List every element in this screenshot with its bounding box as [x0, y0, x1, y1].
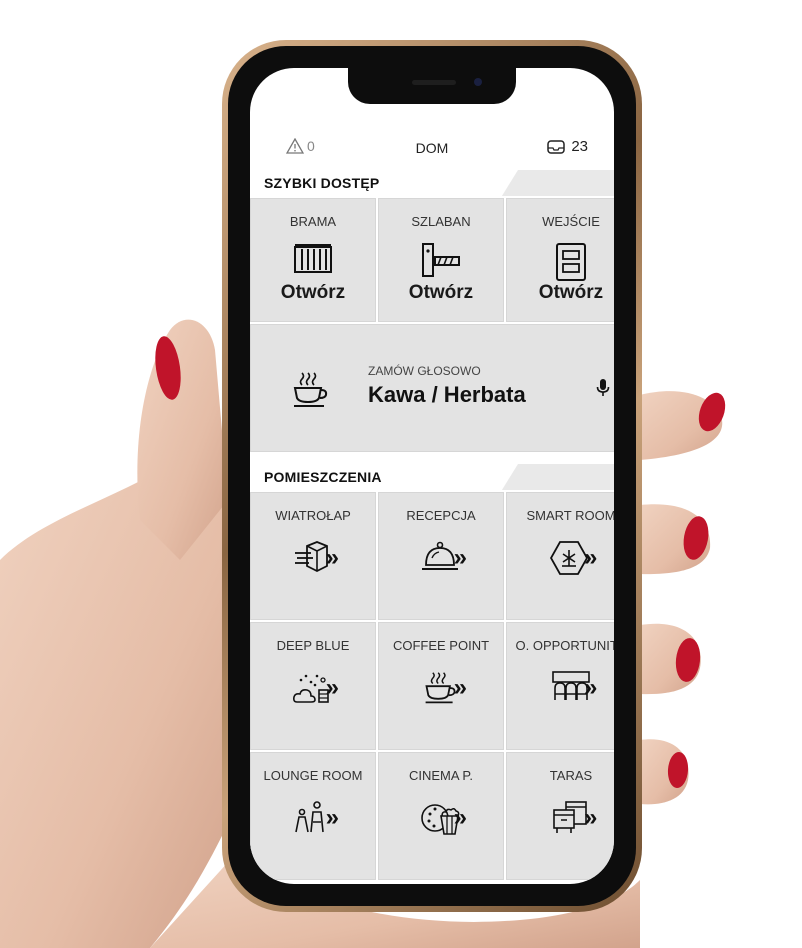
messages-button[interactable]: 23: [547, 138, 588, 155]
room-tile-lounge-room[interactable]: LOUNGE ROOM »: [250, 752, 376, 880]
people-icon: [295, 801, 324, 833]
chevron-right-icon: »: [325, 544, 340, 571]
phone-notch: [348, 68, 516, 104]
microphone-icon[interactable]: [596, 378, 610, 398]
room-tile-smart-room[interactable]: SMART ROOM »: [506, 492, 614, 620]
chevron-right-icon: »: [584, 544, 598, 571]
phone-frame: 0 DOM 23 SZYBKI DOSTĘP BRAMA Otwórz SZLA…: [222, 40, 642, 912]
open-action: Otwórz: [280, 282, 346, 303]
speaker-grill: [412, 80, 456, 85]
mail-icon: [547, 139, 566, 154]
room-tile-deep-blue[interactable]: DEEP BLUE »: [250, 622, 376, 750]
camera-icon: [474, 78, 482, 86]
chevron-right-icon: »: [584, 674, 598, 701]
room-tile-cinema[interactable]: CINEMA P. »: [378, 752, 504, 880]
tile-label: SMART ROOM: [526, 508, 614, 523]
smart-hexagon-icon: [550, 541, 589, 575]
tile-label: DEEP BLUE: [276, 638, 350, 653]
coffee-cup-icon: [293, 372, 328, 407]
voice-order-subtitle: ZAMÓW GŁOSOWO: [368, 364, 481, 378]
chevron-right-icon: »: [325, 804, 340, 831]
gate-icon: [294, 244, 332, 273]
section-rooms: POMIESZCZENIA: [250, 464, 614, 490]
section-label: POMIESZCZENIA: [264, 469, 382, 485]
open-action: Otwórz: [538, 282, 604, 303]
phone-bezel: 0 DOM 23 SZYBKI DOSTĘP BRAMA Otwórz SZLA…: [228, 46, 636, 906]
tile-label: SZLABAN: [411, 214, 471, 229]
tile-label: LOUNGE ROOM: [263, 768, 363, 783]
tile-label: WEJŚCIE: [542, 214, 600, 229]
chevron-right-icon: »: [453, 804, 468, 831]
room-tile-o-opportunity[interactable]: O. OPPORTUNITY »: [506, 622, 614, 750]
room-tile-recepcja[interactable]: RECEPCJA »: [378, 492, 504, 620]
door-icon: [556, 243, 586, 281]
tile-label: WIATROŁAP: [275, 508, 351, 523]
voice-order-title: Kawa / Herbata: [368, 382, 526, 407]
section-label: SZYBKI DOSTĘP: [264, 175, 380, 191]
room-tile-taras[interactable]: TARAS »: [506, 752, 614, 880]
quick-tile-szlaban[interactable]: SZLABAN Otwórz: [378, 198, 504, 322]
app-header: 0 DOM 23: [250, 136, 614, 164]
chevron-right-icon: »: [453, 544, 468, 571]
room-tile-wiatrolap[interactable]: WIATROŁAP »: [250, 492, 376, 620]
room-tile-coffee-point[interactable]: COFFEE POINT »: [378, 622, 504, 750]
mail-count: 23: [571, 138, 588, 155]
tile-label: CINEMA P.: [408, 768, 474, 783]
tile-label: COFFEE POINT: [392, 638, 490, 653]
tile-label: TARAS: [549, 768, 593, 783]
app-screen: 0 DOM 23 SZYBKI DOSTĘP BRAMA Otwórz SZLA…: [250, 68, 614, 884]
chevron-right-icon: »: [453, 674, 468, 701]
voice-order-tile[interactable]: ZAMÓW GŁOSOWO Kawa / Herbata: [250, 324, 614, 452]
tile-label: BRAMA: [289, 214, 337, 229]
tile-label: O. OPPORTUNITY: [515, 638, 615, 653]
open-action: Otwórz: [408, 282, 474, 303]
quick-tile-brama[interactable]: BRAMA Otwórz: [250, 198, 376, 322]
quick-tile-wejscie[interactable]: WEJŚCIE Otwórz: [506, 198, 614, 322]
chevron-right-icon: »: [325, 674, 340, 701]
chevron-right-icon: »: [584, 804, 598, 831]
section-quick-access: SZYBKI DOSTĘP: [250, 170, 614, 196]
tile-label: RECEPCJA: [406, 508, 476, 523]
wind-cube-icon: [294, 541, 328, 573]
barrier-icon: [422, 243, 460, 277]
